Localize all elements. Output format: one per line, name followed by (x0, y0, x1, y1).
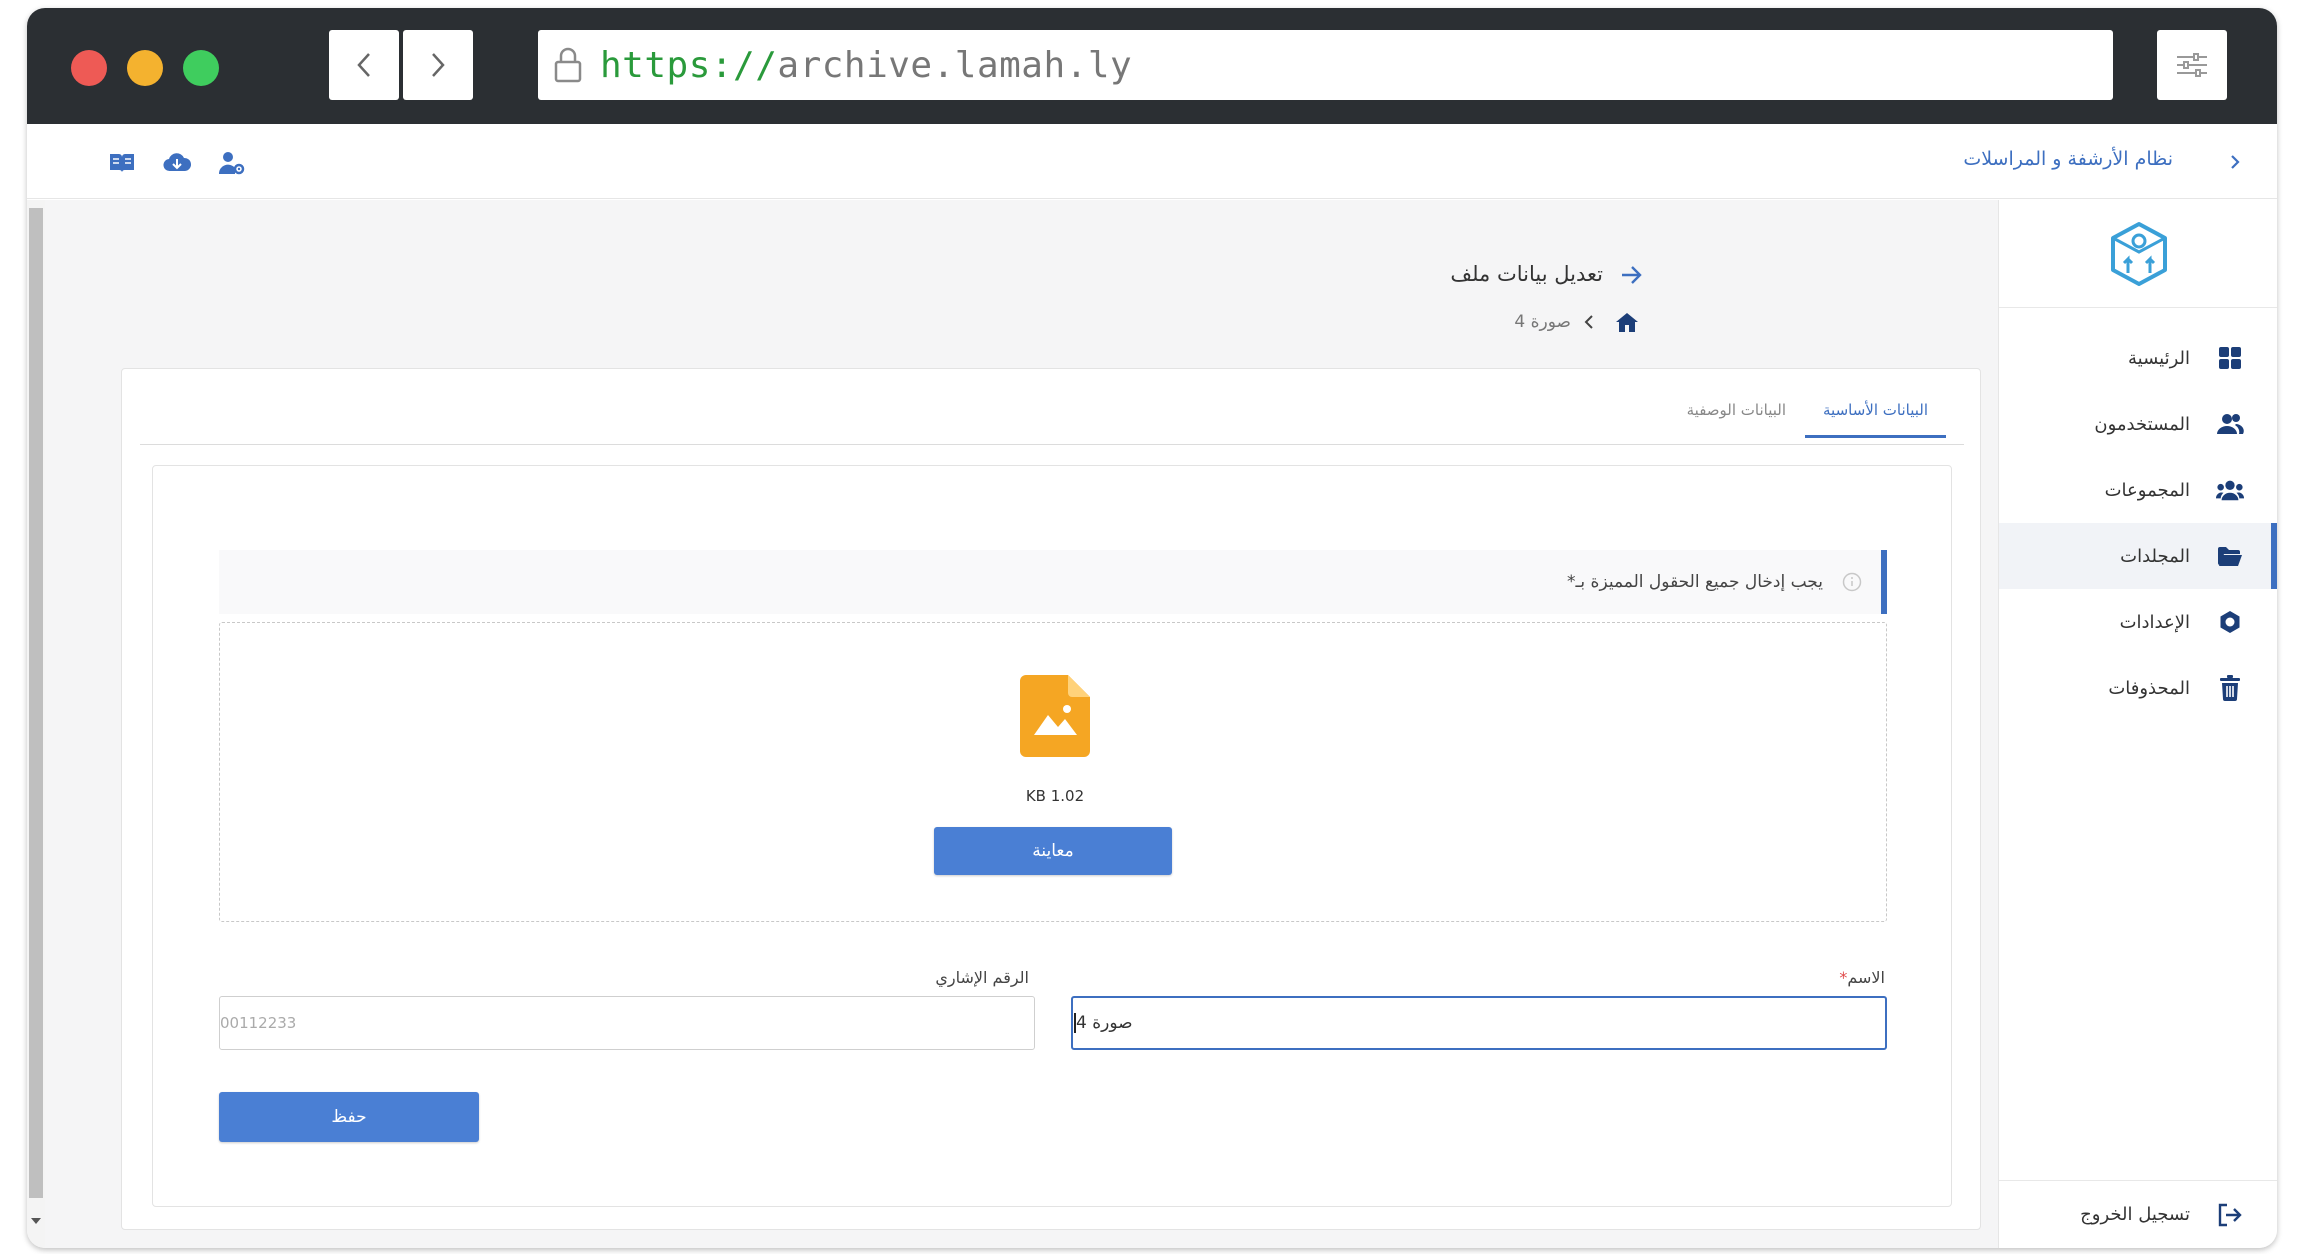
arrow-back-icon[interactable] (1618, 262, 1644, 288)
app-topbar: نظام الأرشفة و المراسلات (27, 124, 2277, 199)
minimize-window-button[interactable] (127, 50, 163, 86)
vertical-scrollbar[interactable] (27, 200, 45, 1248)
settings-icon (2216, 608, 2244, 636)
reference-number-input[interactable]: 00112233 (219, 996, 1035, 1050)
url-text: https://archive.lamah.ly (600, 45, 1132, 86)
folder-icon (2216, 542, 2244, 570)
lock-icon (550, 45, 586, 85)
sidebar-item-home[interactable]: الرئيسية (1999, 325, 2277, 391)
cloud-download-icon[interactable] (162, 148, 192, 178)
notice-text: يجب إدخال جميع الحقول المميزة بـ* (1566, 572, 1823, 592)
sidebar-item-label: المجموعات (2104, 479, 2190, 501)
sidebar-item-label: المحذوفات (2108, 677, 2190, 699)
name-input[interactable]: صورة 4 (1071, 996, 1887, 1050)
file-dropzone[interactable]: KB 1.02 معاينة (219, 622, 1887, 922)
sidebar-item-label: المستخدمون (2094, 413, 2190, 435)
sidebar-item-label: الرئيسية (2128, 347, 2190, 369)
form-panel: يجب إدخال جميع الحقول المميزة بـ* KB 1.0… (152, 465, 1952, 1207)
logout-button[interactable]: تسجيل الخروج (1999, 1180, 2277, 1248)
close-window-button[interactable] (71, 50, 107, 86)
tabs-bar: البيانات الأساسية البيانات الوصفية (140, 391, 1964, 445)
sidebar: الرئيسية المستخدمون المجموعات المجلدات ا… (1998, 200, 2277, 1248)
browser-window: https://archive.lamah.ly نظام الأرشفة و … (27, 8, 2277, 1248)
name-label: الاسم* (1839, 968, 1885, 987)
browser-forward-button[interactable] (403, 30, 473, 100)
app-logo[interactable] (1999, 200, 2277, 308)
browser-settings-button[interactable] (2157, 30, 2227, 100)
text-caret (1074, 1013, 1076, 1033)
sidebar-item-settings[interactable]: الإعدادات (1999, 589, 2277, 655)
logout-icon (2216, 1201, 2244, 1229)
sidebar-item-users[interactable]: المستخدمون (1999, 391, 2277, 457)
address-bar[interactable]: https://archive.lamah.ly (538, 30, 2113, 100)
breadcrumb-current[interactable]: صورة 4 (1514, 312, 1571, 332)
file-size: KB 1.02 (1025, 787, 1085, 805)
chevron-left-icon (1582, 312, 1596, 332)
logout-label: تسجيل الخروج (2080, 1204, 2190, 1225)
sidebar-item-folders[interactable]: المجلدات (1999, 523, 2277, 589)
scroll-down-arrow[interactable] (31, 1218, 41, 1224)
save-button[interactable]: حفظ (219, 1092, 479, 1142)
main-content: تعديل بيانات ملف صورة 4 البيانات الأساسي… (45, 200, 1998, 1248)
sidebar-item-trash[interactable]: المحذوفات (1999, 655, 2277, 721)
book-icon[interactable] (107, 148, 137, 178)
edit-file-card: البيانات الأساسية البيانات الوصفية يجب إ… (121, 368, 1981, 1230)
required-fields-notice: يجب إدخال جميع الحقول المميزة بـ* (219, 550, 1887, 614)
chevron-right-icon (432, 53, 445, 77)
sliders-icon (2177, 53, 2207, 77)
trash-icon (2216, 674, 2244, 702)
tab-basic-data[interactable]: البيانات الأساسية (1805, 401, 1946, 438)
users-icon (2216, 410, 2244, 438)
image-file-icon (1020, 675, 1090, 757)
grid-icon (2216, 344, 2244, 372)
system-title[interactable]: نظام الأرشفة و المراسلات (1963, 148, 2173, 170)
url-protocol: https:// (600, 44, 778, 86)
scrollbar-thumb[interactable] (29, 208, 43, 1198)
name-label-text: الاسم (1847, 968, 1885, 987)
sidebar-item-label: الإعدادات (2119, 611, 2190, 633)
tab-descriptive-data[interactable]: البيانات الوصفية (1687, 401, 1786, 435)
archive-box-logo-icon (2110, 221, 2167, 286)
name-input-value: صورة 4 (1076, 1013, 1133, 1033)
group-icon (2216, 476, 2244, 504)
browser-back-button[interactable] (329, 30, 399, 100)
preview-button[interactable]: معاينة (934, 827, 1172, 875)
user-settings-icon[interactable] (217, 148, 247, 178)
home-icon[interactable] (1615, 310, 1639, 334)
info-icon (1841, 571, 1863, 593)
page-title: تعديل بيانات ملف (1450, 262, 1603, 286)
sidebar-item-groups[interactable]: المجموعات (1999, 457, 2277, 523)
chevron-right-icon[interactable] (2223, 148, 2247, 176)
sidebar-item-label: المجلدات (2120, 545, 2190, 567)
reference-number-value: 00112233 (220, 1014, 297, 1032)
maximize-window-button[interactable] (183, 50, 219, 86)
reference-number-label: الرقم الإشاري (935, 968, 1029, 987)
chevron-left-icon (357, 53, 370, 77)
url-host: archive.lamah.ly (777, 44, 1133, 86)
browser-titlebar: https://archive.lamah.ly (27, 8, 2277, 124)
